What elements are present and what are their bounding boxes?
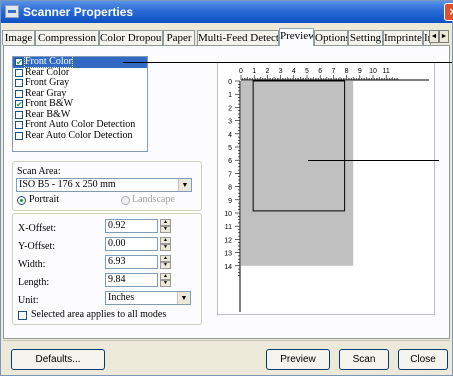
scanner-icon <box>5 5 19 18</box>
tab-scroll-left-icon[interactable]: ◄ <box>429 30 439 43</box>
spin-up-icon[interactable]: ▲ <box>160 255 171 262</box>
ruler-label: 4 <box>228 132 232 139</box>
checkbox-icon[interactable] <box>15 89 23 98</box>
checkbox-icon[interactable] <box>15 68 23 77</box>
width-spinner[interactable]: ▲ ▼ <box>160 255 171 269</box>
spin-up-icon[interactable]: ▲ <box>160 273 171 280</box>
callout-line <box>308 160 439 161</box>
apply-all-modes-label: Selected area applies to all modes <box>31 309 167 320</box>
ruler-label: 8 <box>345 68 349 75</box>
checkbox-icon[interactable] <box>15 110 23 119</box>
unit-label: Unit: <box>18 295 39 306</box>
ruler-label: 13 <box>224 251 232 258</box>
tab-setting[interactable]: Setting <box>348 30 383 45</box>
ruler-label: 3 <box>228 119 232 126</box>
x-offset-field[interactable]: 0.92 <box>105 219 158 233</box>
spin-up-icon[interactable]: ▲ <box>160 219 171 226</box>
length-field[interactable]: 9.84 <box>105 273 158 287</box>
tab-compression[interactable]: Compression <box>35 30 99 45</box>
footer-divider <box>3 340 450 341</box>
checked-checkbox-icon[interactable]: ✔ <box>15 100 23 109</box>
preview-area[interactable]: 0 1 2 3 4 5 6 7 8 9 10 11 0 1 2 3 4 5 6 7 8 9 10 11 12 13 14 <box>216 61 436 316</box>
spin-down-icon[interactable]: ▼ <box>160 280 171 287</box>
tab-strip: Image Compression Color Dropout Paper Mu… <box>1 28 452 46</box>
spin-up-icon[interactable]: ▲ <box>160 237 171 244</box>
ruler-label: 4 <box>292 68 296 75</box>
tab-options[interactable]: Options <box>314 30 348 45</box>
landscape-label: Landscape <box>132 194 175 205</box>
spin-down-icon[interactable]: ▼ <box>160 262 171 269</box>
list-item[interactable]: Rear Auto Color Detection <box>13 130 147 142</box>
callout-line <box>123 62 452 63</box>
ruler-label: 10 <box>224 211 232 218</box>
ruler-label: 7 <box>228 171 232 178</box>
ruler-label: 10 <box>369 68 377 75</box>
width-field[interactable]: 6.93 <box>105 255 158 269</box>
tab-multi-feed-detection[interactable]: Multi-Feed Detection <box>197 30 279 45</box>
tab-paper[interactable]: Paper <box>163 30 195 45</box>
ruler-label: 6 <box>228 158 232 165</box>
length-spinner[interactable]: ▲ ▼ <box>160 273 171 287</box>
apply-all-modes-checkbox[interactable] <box>18 311 27 320</box>
y-offset-field[interactable]: 0.00 <box>105 237 158 251</box>
scanner-properties-window: Scanner Properties × Image Compression C… <box>0 0 453 376</box>
scan-area-label: Scan Area: <box>17 166 61 177</box>
ruler-label: 7 <box>331 68 335 75</box>
defaults-button[interactable]: Defaults... <box>11 349 105 370</box>
tab-scroll-arrows: ◄ ► <box>429 29 449 43</box>
close-button[interactable]: Close <box>398 349 448 370</box>
title-bar[interactable]: Scanner Properties × <box>1 1 453 23</box>
image-mode-list[interactable]: ✔ Front Color Rear Color Front Gray Rear… <box>12 56 148 152</box>
ruler-label: 9 <box>228 198 232 205</box>
preview-button[interactable]: Preview <box>266 349 330 370</box>
x-offset-spinner[interactable]: ▲ ▼ <box>160 219 171 233</box>
portrait-radio[interactable] <box>17 196 26 205</box>
tab-preview[interactable]: Preview <box>279 28 314 46</box>
ruler-label: 5 <box>228 145 232 152</box>
spin-down-icon[interactable]: ▼ <box>160 226 171 233</box>
tab-imprinter[interactable]: Imprinter <box>383 30 423 45</box>
spin-down-icon[interactable]: ▼ <box>160 244 171 251</box>
portrait-label: Portrait <box>29 194 59 205</box>
close-window-button[interactable]: × <box>444 3 453 21</box>
y-offset-spinner[interactable]: ▲ ▼ <box>160 237 171 251</box>
y-offset-label: Y-Offset: <box>18 241 56 252</box>
ruler-label: 2 <box>265 68 269 75</box>
dropdown-arrow-icon[interactable]: ▼ <box>178 179 191 191</box>
ruler-label: 1 <box>228 92 232 99</box>
ruler-label: 1 <box>252 68 256 75</box>
preview-canvas[interactable]: 0 1 2 3 4 5 6 7 8 9 10 11 01234567891011121314 <box>216 61 436 316</box>
ruler-label: 8 <box>228 185 232 192</box>
ruler-label: 3 <box>279 68 283 75</box>
tab-image[interactable]: Image <box>2 30 35 45</box>
x-offset-label: X-Offset: <box>18 223 57 234</box>
unit-select[interactable]: Inches ▼ <box>105 291 191 305</box>
ruler-label: 12 <box>224 237 232 244</box>
preview-page <box>241 81 354 266</box>
ruler-label: 5 <box>305 68 309 75</box>
ruler-label: 6 <box>318 68 322 75</box>
ruler-label: 2 <box>228 105 232 112</box>
landscape-radio[interactable] <box>121 196 130 205</box>
checkbox-icon[interactable] <box>15 79 23 87</box>
scan-button[interactable]: Scan <box>339 349 389 370</box>
dropdown-arrow-icon[interactable]: ▼ <box>177 292 190 304</box>
ruler-label: 0 <box>228 79 232 86</box>
tab-scroll-right-icon[interactable]: ► <box>439 30 449 43</box>
ruler-label: 0 <box>239 68 243 75</box>
ruler-label: 9 <box>358 68 362 75</box>
ruler-label: 11 <box>225 224 232 231</box>
ruler-label: 14 <box>224 264 232 271</box>
length-label: Length: <box>18 277 50 288</box>
ruler-label: 11 <box>383 68 390 75</box>
scan-area-select[interactable]: ISO B5 - 176 x 250 mm ▼ <box>16 178 192 192</box>
width-label: Width: <box>18 259 46 270</box>
tab-color-dropout[interactable]: Color Dropout <box>99 30 163 45</box>
window-title: Scanner Properties <box>23 5 134 19</box>
checked-checkbox-icon[interactable]: ✔ <box>15 58 23 67</box>
checkbox-icon[interactable] <box>15 121 23 129</box>
checkbox-icon[interactable] <box>15 131 23 140</box>
